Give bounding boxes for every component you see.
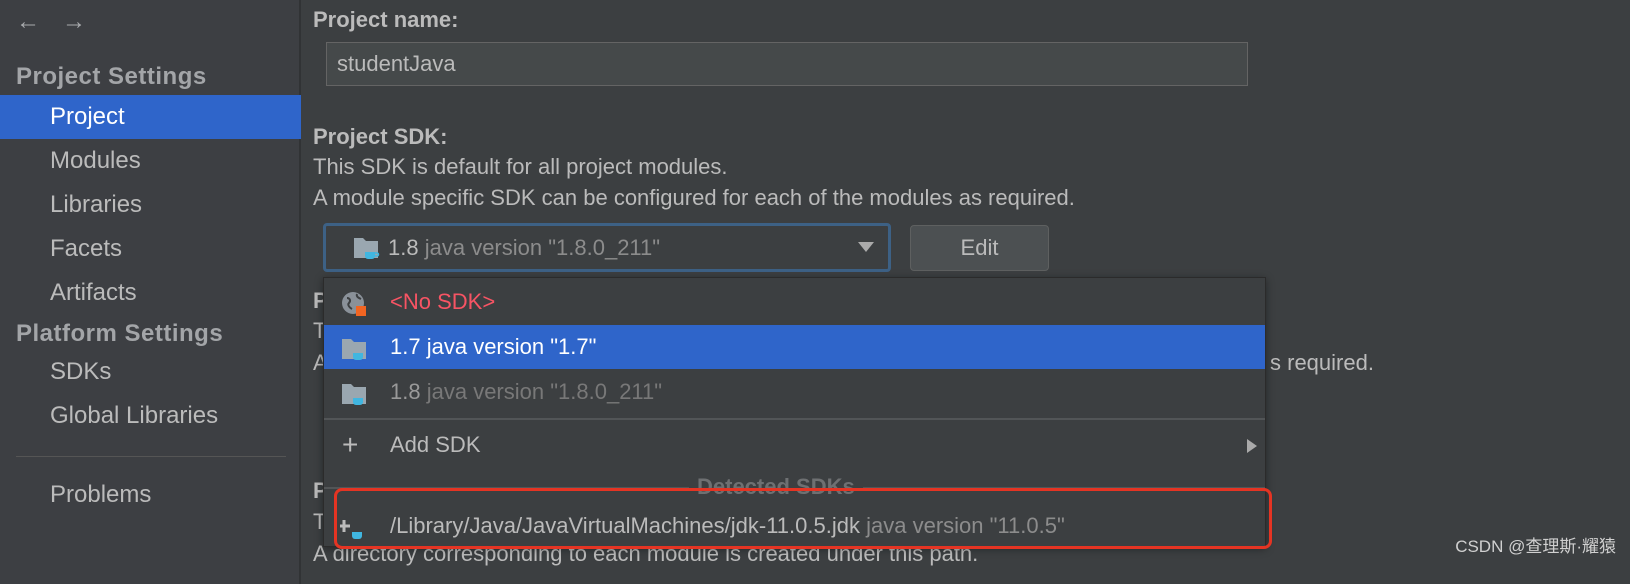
jdk-folder-icon [342, 339, 366, 360]
sidebar-item-global-libraries[interactable]: Global Libraries [0, 394, 301, 438]
sdk-description-2: A module specific SDK can be configured … [313, 185, 1075, 210]
jdk-folder-icon [354, 238, 380, 259]
watermark: CSDN @查理斯·耀猿 [1455, 537, 1616, 556]
sidebar-item-project[interactable]: Project [0, 95, 301, 139]
sidebar-item-problems[interactable]: Problems [0, 473, 301, 517]
sidebar-item-libraries[interactable]: Libraries [0, 183, 301, 227]
no-sdk-label: <No SDK> [390, 289, 496, 314]
chevron-down-icon [858, 242, 874, 252]
add-sdk-option[interactable]: + Add SDK [324, 423, 1265, 467]
back-arrow-icon[interactable]: ← [16, 8, 40, 36]
section-header-project-settings: Project Settings [16, 63, 207, 90]
sdk-option-1-7[interactable]: 1.7 java version "1.7" [324, 325, 1265, 369]
globe-icon [342, 292, 366, 316]
sidebar-item-sdks[interactable]: SDKs [0, 350, 301, 394]
sdk-description: This SDK is default for all project modu… [313, 154, 728, 179]
sdk-name: 1.8 [390, 379, 421, 404]
selected-sdk-name: 1.8 [388, 235, 419, 260]
jdk-folder-icon [342, 384, 366, 405]
no-sdk-option[interactable]: <No SDK> [324, 280, 1265, 324]
sidebar-item-artifacts[interactable]: Artifacts [0, 271, 301, 315]
section-header-platform-settings: Platform Settings [16, 320, 224, 347]
submenu-arrow-icon [1247, 439, 1257, 453]
project-name-label: Project name: [313, 7, 459, 32]
forward-arrow-icon[interactable]: → [62, 8, 86, 36]
sdk-version: java version "1.8.0_211" [426, 379, 663, 404]
sidebar-item-modules[interactable]: Modules [0, 139, 301, 183]
divider [16, 456, 286, 457]
sdk-name: 1.7 [390, 334, 421, 359]
sidebar: ← → Project Settings Project Modules Lib… [0, 0, 301, 584]
sidebar-item-facets[interactable]: Facets [0, 227, 301, 271]
project-name-input[interactable]: studentJava [326, 42, 1248, 86]
sdk-option-1-8[interactable]: 1.8 java version "1.8.0_211" [324, 370, 1265, 414]
project-sdk-label: Project SDK: [313, 124, 448, 149]
add-sdk-label: Add SDK [390, 432, 481, 457]
sdk-version: java version "1.7" [426, 334, 597, 359]
plus-icon: + [342, 429, 359, 460]
project-sdk-dropdown[interactable]: 1.8 java version "1.8.0_211" [323, 223, 891, 272]
separator [324, 418, 1265, 420]
hidden-text: s required. [1270, 350, 1374, 375]
edit-sdk-button[interactable]: Edit [910, 225, 1049, 271]
selected-sdk-version: java version "1.8.0_211" [424, 235, 661, 260]
annotation-highlight-box [334, 488, 1272, 549]
